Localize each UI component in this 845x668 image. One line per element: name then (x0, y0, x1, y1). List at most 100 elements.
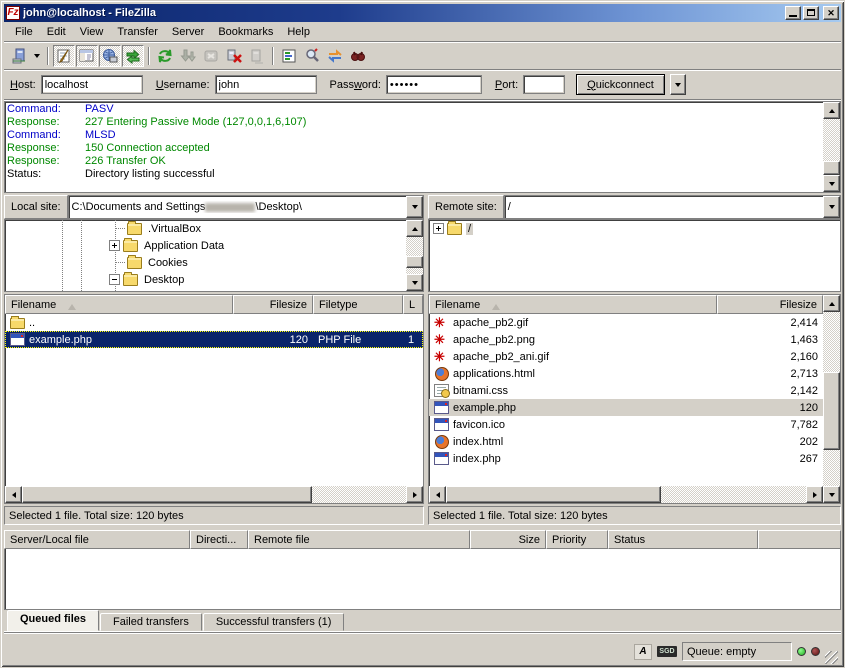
resize-grip-icon[interactable] (825, 651, 838, 664)
column-header-filesize[interactable]: Filesize (717, 295, 823, 314)
find-files-button[interactable] (347, 45, 369, 67)
file-row[interactable]: favicon.ico7,782 (429, 416, 823, 433)
column-header-l[interactable]: L (403, 295, 423, 314)
file-row[interactable]: index.php267 (429, 450, 823, 467)
remote-horizontal-scrollbar[interactable] (429, 486, 823, 503)
log-vertical-scrollbar[interactable] (823, 102, 840, 192)
local-site-dropdown[interactable] (406, 196, 423, 218)
queue-column-remotefile[interactable]: Remote file (248, 530, 470, 549)
tab-queued-files[interactable]: Queued files (7, 610, 99, 631)
tree-item-application-data[interactable]: Application Data (5, 237, 406, 254)
ascii-transfer-type-icon[interactable]: A (634, 644, 652, 660)
port-input[interactable] (523, 75, 565, 94)
local-horizontal-scrollbar[interactable] (5, 486, 423, 503)
password-input[interactable] (386, 75, 482, 94)
scroll-up-button[interactable] (823, 295, 840, 312)
tree-item--virtualbox[interactable]: .VirtualBox (5, 220, 406, 237)
menu-item-transfer[interactable]: Transfer (110, 23, 165, 41)
tree-item-desktop[interactable]: Desktop (5, 271, 406, 288)
scroll-right-icon (413, 492, 420, 498)
scrollbar-thumb[interactable] (22, 486, 312, 503)
folder-icon (127, 223, 142, 235)
local-site-combobox[interactable]: C:\Documents and Settings\Desktop\ (68, 195, 424, 219)
local-status-text: Selected 1 file. Total size: 120 bytes (4, 506, 424, 525)
scrollbar-thumb[interactable] (406, 256, 423, 268)
queue-column-priority[interactable]: Priority (546, 530, 608, 549)
tab-failed-transfers[interactable]: Failed transfers (100, 613, 202, 631)
username-input[interactable] (215, 75, 317, 94)
compare-directories-button[interactable] (301, 45, 323, 67)
menu-item-file[interactable]: File (8, 23, 40, 41)
queue-column-serverlocalfile[interactable]: Server/Local file (4, 530, 190, 549)
scrollbar-thumb[interactable] (823, 372, 840, 450)
site-manager-dropdown[interactable] (31, 45, 43, 67)
column-header-filetype[interactable]: Filetype (313, 295, 403, 314)
minimize-button[interactable] (785, 6, 801, 20)
plus-expander-icon[interactable] (109, 240, 120, 251)
close-button[interactable]: ✕ (823, 6, 839, 20)
cancel-operation-button[interactable] (200, 45, 222, 67)
refresh-button[interactable] (154, 45, 176, 67)
menu-item-view[interactable]: View (73, 23, 111, 41)
remote-site-dropdown[interactable] (823, 196, 840, 218)
php-icon (434, 418, 449, 431)
minus-expander-icon[interactable] (109, 274, 120, 285)
image-icon (434, 350, 449, 363)
site-manager-button[interactable] (8, 45, 30, 67)
toggle-local-tree-button[interactable] (76, 45, 98, 67)
host-input[interactable] (41, 75, 143, 94)
menu-item-help[interactable]: Help (280, 23, 317, 41)
directory-filter-button[interactable] (278, 45, 300, 67)
file-row[interactable]: index.html202 (429, 433, 823, 450)
reconnect-button[interactable] (246, 45, 268, 67)
tab-successful-transfers-1-[interactable]: Successful transfers (1) (203, 613, 345, 631)
quickconnect-dropdown[interactable] (670, 74, 686, 95)
file-row[interactable]: bitnami.css2,142 (429, 382, 823, 399)
column-header-filesize[interactable]: Filesize (233, 295, 313, 314)
column-header-filename[interactable]: Filename (429, 295, 717, 314)
plus-expander-icon[interactable] (433, 223, 444, 234)
scroll-up-button[interactable] (823, 102, 840, 119)
synchronized-browsing-button[interactable] (324, 45, 346, 67)
remote-vertical-scrollbar[interactable] (823, 295, 840, 503)
scrollbar-thumb[interactable] (823, 161, 840, 175)
maximize-button[interactable] (803, 6, 819, 20)
tree-item-root[interactable]: / (429, 220, 840, 237)
maximize-icon (807, 9, 815, 16)
file-row[interactable]: apache_pb2.png1,463 (429, 331, 823, 348)
file-row[interactable]: example.php120 (429, 399, 823, 416)
menu-item-edit[interactable]: Edit (40, 23, 73, 41)
menu-item-bookmarks[interactable]: Bookmarks (211, 23, 280, 41)
scroll-down-button[interactable] (406, 274, 423, 291)
toggle-message-log-button[interactable] (53, 45, 75, 67)
title-bar[interactable]: Fz john@localhost - FileZilla ✕ (4, 4, 841, 22)
menu-item-server[interactable]: Server (165, 23, 211, 41)
speed-limit-icon[interactable]: SGD (657, 646, 677, 657)
file-row[interactable]: apache_pb2_ani.gif2,160 (429, 348, 823, 365)
scroll-down-button[interactable] (823, 175, 840, 192)
file-row[interactable]: example.php120PHP File1 (5, 331, 423, 348)
file-row[interactable]: .. (5, 314, 423, 331)
toggle-remote-tree-button[interactable] (99, 45, 121, 67)
scroll-left-button[interactable] (5, 486, 22, 503)
column-header-filename[interactable]: Filename (5, 295, 233, 314)
tree-item-cookies[interactable]: Cookies (5, 254, 406, 271)
local-tree-scrollbar[interactable] (406, 220, 423, 291)
toggle-queue-button[interactable] (122, 45, 144, 67)
scroll-down-button[interactable] (823, 486, 840, 503)
scroll-left-button[interactable] (429, 486, 446, 503)
scroll-right-button[interactable] (406, 486, 423, 503)
quickconnect-button[interactable]: Quickconnect (576, 74, 665, 95)
queue-column-size[interactable]: Size (470, 530, 546, 549)
queue-column-directi[interactable]: Directi... (190, 530, 248, 549)
scroll-up-button[interactable] (406, 220, 423, 237)
queue-body[interactable] (4, 549, 841, 610)
scroll-right-button[interactable] (806, 486, 823, 503)
file-row[interactable]: applications.html2,713 (429, 365, 823, 382)
file-row[interactable]: apache_pb2.gif2,414 (429, 314, 823, 331)
disconnect-button[interactable] (223, 45, 245, 67)
queue-column-status[interactable]: Status (608, 530, 758, 549)
process-queue-button[interactable] (177, 45, 199, 67)
scrollbar-thumb[interactable] (446, 486, 661, 503)
remote-site-combobox[interactable]: / (504, 195, 841, 219)
